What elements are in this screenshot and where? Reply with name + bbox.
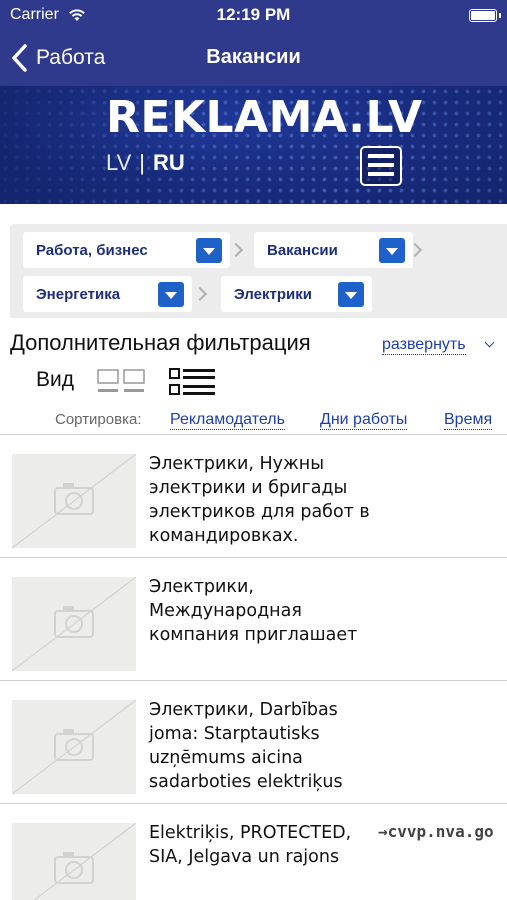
category-work-business[interactable]: Работа, бизнес xyxy=(23,232,230,268)
sort-by-time[interactable]: Время xyxy=(444,411,493,430)
category-electricians[interactable]: Электрики xyxy=(221,276,372,312)
camera-placeholder-icon xyxy=(12,577,136,671)
navigation-bar: Работа Вакансии xyxy=(0,30,507,86)
lang-lv-link[interactable]: LV xyxy=(106,150,131,175)
sort-label: Сортировка: xyxy=(55,411,142,428)
list-view-icon[interactable] xyxy=(168,367,220,397)
back-chevron-icon xyxy=(12,44,27,72)
chevron-down-icon[interactable] xyxy=(484,337,495,348)
filter-heading: Дополнительная фильтрация xyxy=(10,330,311,355)
site-logo[interactable]: REKLAMA.LV xyxy=(106,92,423,143)
camera-placeholder-icon xyxy=(12,454,136,548)
lang-separator: | xyxy=(139,150,145,175)
dropdown-arrow-icon[interactable] xyxy=(158,282,184,307)
site-banner: REKLAMA.LV LV | RU xyxy=(0,86,507,204)
camera-placeholder-icon xyxy=(12,700,136,794)
lang-ru-link[interactable]: RU xyxy=(153,150,185,175)
listing-title: Электрики, Международная компания пригла… xyxy=(149,577,358,645)
breadcrumb-separator-icon xyxy=(192,286,208,302)
view-label: Вид xyxy=(36,368,74,391)
category-breadcrumbs: Работа, бизнес Вакансии Энергетика Элект… xyxy=(10,224,507,318)
list-item[interactable]: Elektriķis, PROTECTED, SIA, Jelgava un r… xyxy=(0,803,507,900)
language-switcher: LV | RU xyxy=(106,150,185,176)
crumb-label: Электрики xyxy=(234,285,312,303)
grid-view-icon[interactable] xyxy=(96,367,148,397)
breadcrumb-separator-icon xyxy=(228,242,244,258)
back-label: Работа xyxy=(36,46,106,69)
expand-filter-link[interactable]: развернуть xyxy=(382,336,466,355)
listing-title: Электрики, Darbības joma: Starptautisks … xyxy=(149,700,343,792)
category-energy[interactable]: Энергетика xyxy=(23,276,192,312)
crumb-label: Вакансии xyxy=(267,241,338,259)
dropdown-arrow-icon[interactable] xyxy=(338,282,364,307)
category-vacancies[interactable]: Вакансии xyxy=(254,232,413,268)
status-time: 12:19 PM xyxy=(216,5,291,24)
dropdown-arrow-icon[interactable] xyxy=(196,238,222,263)
crumb-label: Работа, бизнес xyxy=(36,241,148,259)
sort-by-advertiser[interactable]: Рекламодатель xyxy=(170,411,285,430)
sort-by-work-days[interactable]: Дни работы xyxy=(320,411,408,430)
crumb-label: Энергетика xyxy=(36,285,121,303)
list-item[interactable]: Электрики, Нужны электрики и бригады эле… xyxy=(0,434,507,557)
list-item[interactable]: Электрики, Darbības joma: Starptautisks … xyxy=(0,680,507,803)
back-button[interactable]: Работа xyxy=(8,40,105,76)
hamburger-menu-icon[interactable] xyxy=(360,146,402,186)
listing-title: Elektriķis, PROTECTED, SIA, Jelgava un r… xyxy=(149,823,352,867)
camera-placeholder-icon xyxy=(12,823,136,900)
listing-title: Электрики, Нужны электрики и бригады эле… xyxy=(149,454,370,546)
status-bar: Carrier 12:19 PM xyxy=(0,0,507,30)
listing-source[interactable]: →cvvp.nva.go xyxy=(378,822,494,841)
battery-icon xyxy=(469,9,501,22)
dropdown-arrow-icon[interactable] xyxy=(379,238,405,263)
list-item[interactable]: Электрики, Международная компания пригла… xyxy=(0,557,507,680)
